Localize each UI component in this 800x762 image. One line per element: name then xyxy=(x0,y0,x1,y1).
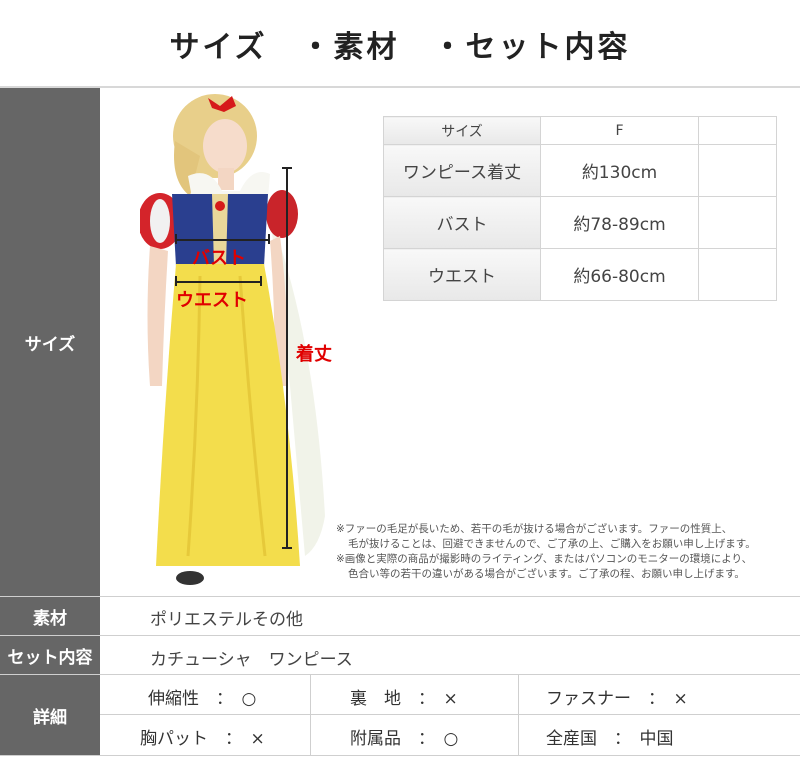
size-table-row: ワンピース着丈 約130cm xyxy=(383,144,777,197)
detail-zipper: ファスナー ： × xyxy=(546,689,688,709)
size-row-name: ウエスト xyxy=(383,248,541,301)
detail-origin: 全産国 ： 中国 xyxy=(546,729,674,749)
size-row-value: 約78-89cm xyxy=(540,196,699,249)
bust-tick-right xyxy=(268,234,270,244)
size-row-blank xyxy=(698,248,777,301)
set-row-label: セット内容 xyxy=(0,636,100,674)
model-figure: バスト ウエスト 着丈 xyxy=(138,86,340,596)
note-line: ※画像と実際の商品が撮影時のライティング、またはパソコンのモニターの環境により、 xyxy=(336,553,753,565)
size-row-blank xyxy=(698,144,777,197)
size-header-value: F xyxy=(540,116,699,145)
note-line: 色合い等の若干の違いがある場合がございます。ご了承の程、お願い申し上げます。 xyxy=(348,568,745,580)
bust-label: バスト xyxy=(192,248,246,269)
set-value: カチューシャ ワンピース xyxy=(150,650,353,670)
size-header-blank xyxy=(698,116,777,145)
waist-label: ウエスト xyxy=(176,290,248,311)
size-header-label: サイズ xyxy=(383,116,541,145)
detail-stretch: 伸縮性 ： ○ xyxy=(148,689,257,709)
detail-divider xyxy=(100,714,800,715)
waist-measure-line xyxy=(176,281,262,283)
detail-lining: 裏 地 ： × xyxy=(350,689,458,709)
material-row-label: 素材 xyxy=(0,597,100,635)
detail-pad: 胸パット ： × xyxy=(140,729,265,749)
size-row-blank xyxy=(698,196,777,249)
size-row-name: ワンピース着丈 xyxy=(383,144,541,197)
bust-measure-line xyxy=(176,239,270,241)
size-table-row: バスト 約78-89cm xyxy=(383,196,777,249)
waist-tick-right xyxy=(260,276,262,286)
bust-tick-left xyxy=(175,234,177,244)
detail-column-divider xyxy=(310,675,311,755)
note-line: ※ファーの毛足が長いため、若干の毛が抜ける場合がございます。ファーの性質上、 xyxy=(336,523,733,535)
size-row-name: バスト xyxy=(383,196,541,249)
row-divider xyxy=(0,635,800,636)
waist-tick-left xyxy=(175,276,177,286)
detail-row-label: 詳細 xyxy=(0,675,100,755)
page-title-text: サイズ ・素材 ・セット内容 xyxy=(169,30,631,65)
size-row-value: 約66-80cm xyxy=(540,248,699,301)
title-divider xyxy=(0,86,800,88)
length-label: 着丈 xyxy=(296,344,332,365)
material-value: ポリエステルその他 xyxy=(150,610,303,630)
size-table-row: ウエスト 約66-80cm xyxy=(383,248,777,301)
size-row-value: 約130cm xyxy=(540,144,699,197)
size-row-label: サイズ xyxy=(0,88,100,596)
row-divider xyxy=(0,674,800,675)
detail-accessory: 附属品 ： ○ xyxy=(350,729,459,749)
length-tick-bottom xyxy=(282,547,292,549)
page-title: サイズ ・素材 ・セット内容 xyxy=(0,0,800,88)
notes: ※ファーの毛足が長いため、若干の毛が抜ける場合がございます。ファーの性質上、 毛… xyxy=(336,522,798,582)
note-line: 毛が抜けることは、回避できませんので、ご了承の上、ご購入をお願い申し上げます。 xyxy=(348,538,756,550)
size-table-header: サイズ F xyxy=(383,116,777,145)
length-tick-top xyxy=(282,167,292,169)
length-measure-line xyxy=(286,168,288,548)
row-divider xyxy=(0,596,800,597)
detail-column-divider xyxy=(518,675,519,755)
row-divider xyxy=(0,755,800,756)
size-table: サイズ F ワンピース着丈 約130cm バスト 約78-89cm ウエスト 約… xyxy=(383,116,777,301)
